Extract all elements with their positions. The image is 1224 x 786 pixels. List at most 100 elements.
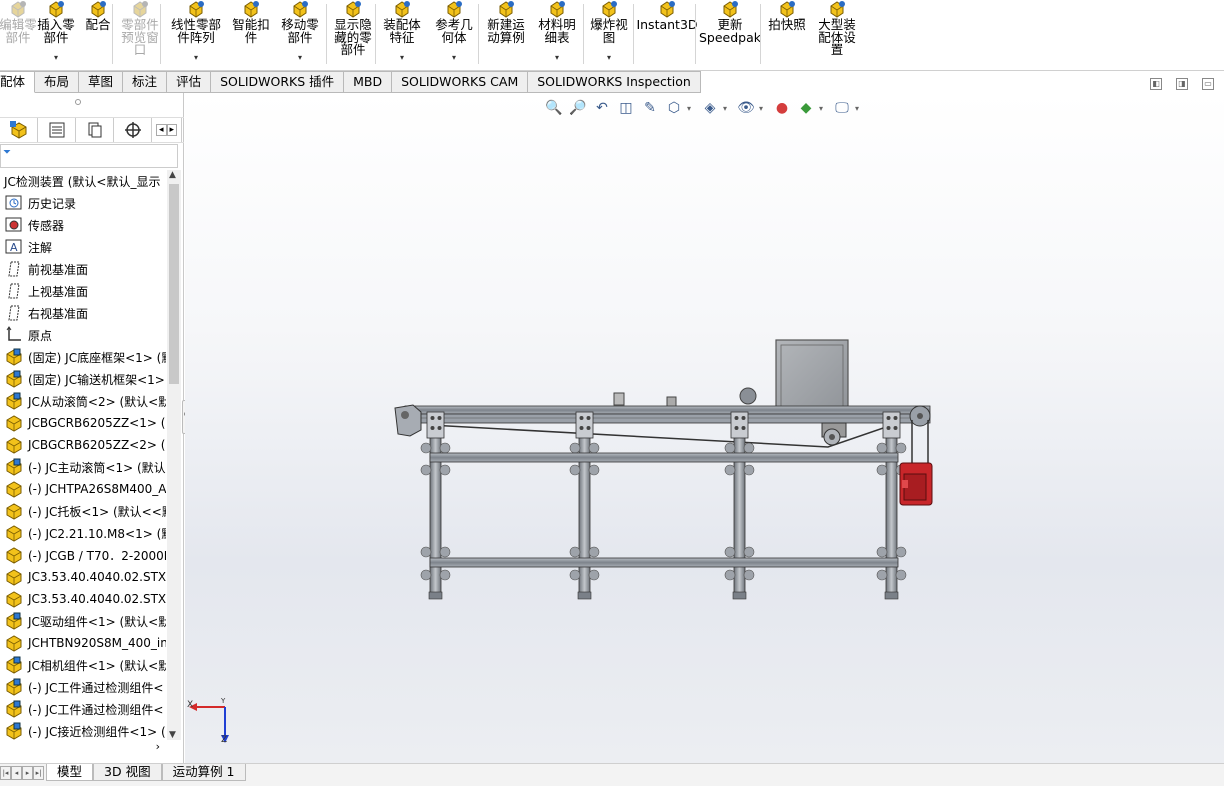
propertymanager-tab[interactable] (38, 118, 76, 142)
bill-of-materials-button[interactable]: 材料明 细表 ▾ (535, 0, 579, 66)
tree-item[interactable]: JC3.53.40.4040.02.STX< (0, 566, 166, 588)
driven-roller[interactable] (394, 404, 422, 437)
command-tab[interactable]: SOLIDWORKS 插件 (211, 71, 345, 93)
command-tab[interactable]: 配体 (0, 71, 36, 93)
sensor-block-1[interactable] (613, 392, 625, 406)
view-orientation-icon[interactable]: ⬡ (663, 98, 685, 118)
first-tab-icon[interactable]: |◂ (0, 766, 11, 780)
tree-root[interactable]: JC检测装置 (默认<默认_显示 (0, 170, 166, 192)
tree-item[interactable]: (固定) JC底座框架<1> (默 (0, 346, 166, 368)
drive-motor[interactable] (899, 420, 933, 506)
bottom-tab[interactable]: 模型 (46, 764, 94, 781)
large-assembly-settings-button[interactable]: 大型装 配体设 置 (815, 0, 859, 66)
frame-beams[interactable] (429, 452, 899, 568)
exploded-view-dropdown-icon[interactable]: ▾ (607, 53, 611, 62)
scroll-down-icon[interactable]: ▼ (169, 730, 176, 740)
next-tab-icon[interactable]: ▸ (22, 766, 33, 780)
linear-component-pattern-button[interactable]: 线性零部 件阵列 ▾ (166, 0, 226, 66)
bill-of-materials-dropdown-icon[interactable]: ▾ (555, 53, 559, 62)
tree-item[interactable]: JCBGCRB6205ZZ<1> (B (0, 412, 166, 434)
previous-view-icon[interactable]: ↶ (591, 98, 613, 118)
assembly-features-button[interactable]: 装配体 特征 ▾ (380, 0, 424, 66)
tree-item[interactable]: (-) JC工件通过检测组件< (0, 698, 166, 720)
display-style-icon[interactable]: ◈ (699, 98, 721, 118)
featuremanager-tab[interactable] (0, 118, 38, 142)
dimxpertmanager-tab[interactable] (114, 118, 152, 142)
reference-geometry-dropdown-icon[interactable]: ▾ (452, 53, 456, 62)
command-tab[interactable]: 评估 (167, 71, 212, 93)
tree-item[interactable]: (-) JC托板<1> (默认<<默 (0, 500, 166, 522)
conveyor-model[interactable] (185, 93, 1224, 763)
reference-geometry-button[interactable]: 参考几 何体 ▾ (432, 0, 476, 66)
update-speedpak-button[interactable]: 更新 Speedpak (699, 0, 761, 66)
conveyor-rail[interactable] (404, 405, 931, 424)
panel-grip-icon[interactable] (75, 99, 81, 105)
tile-left-icon[interactable]: ◧ (1150, 78, 1162, 90)
tree-horizontal-scrollbar[interactable]: › (0, 740, 166, 755)
bottom-tab[interactable]: 3D 视图 (93, 764, 162, 781)
insert-components-button[interactable]: 插入零 部件 ▾ (34, 0, 78, 66)
scrollbar-thumb[interactable] (169, 184, 179, 384)
tree-item[interactable]: JC相机组件<1> (默认<默 (0, 654, 166, 676)
apply-scene-icon[interactable]: ◆ (795, 98, 817, 118)
exploded-view-button[interactable]: 爆炸视 图 ▾ (587, 0, 631, 66)
zoom-to-fit-icon[interactable]: 🔍 (543, 98, 565, 118)
show-hidden-components-button[interactable]: 显示隐 藏的零 部件 (330, 0, 376, 66)
new-motion-study-button[interactable]: 新建运 动算例 (483, 0, 529, 66)
command-tab[interactable]: 草图 (79, 71, 124, 93)
section-view-icon[interactable]: ◫ (615, 98, 637, 118)
tree-item[interactable]: JCBGCRB6205ZZ<2> (B (0, 434, 166, 456)
tree-item[interactable]: (-) JCGB / T70．2-2000P (0, 544, 166, 566)
command-tab[interactable]: MBD (344, 71, 393, 93)
tree-item[interactable]: JC3.53.40.4040.02.STX< (0, 588, 166, 610)
move-component-button[interactable]: 移动零 部件 ▾ (278, 0, 322, 66)
hide-show-dropdown-icon[interactable]: ▾ (759, 104, 769, 113)
instant3d-button[interactable]: Instant3D (636, 0, 698, 66)
tree-item[interactable]: 右视基准面 (0, 302, 166, 324)
tree-item[interactable]: (固定) JC输送机框架<1> ( (0, 368, 166, 390)
proximity-sensor[interactable] (739, 387, 757, 405)
tree-item[interactable]: 前视基准面 (0, 258, 166, 280)
scroll-right-icon[interactable]: › (156, 740, 160, 753)
configurationmanager-tab[interactable] (76, 118, 114, 142)
drive-roller[interactable] (909, 405, 931, 427)
tree-item[interactable]: (-) JC主动滚筒<1> (默认 (0, 456, 166, 478)
component-preview-window-button[interactable]: 零部件 预览窗 口 (118, 0, 162, 66)
move-component-dropdown-icon[interactable]: ▾ (298, 53, 302, 62)
tree-item[interactable]: JC从动滚筒<2> (默认<默 (0, 390, 166, 412)
hide-show-items-icon[interactable]: 👁 (735, 98, 757, 118)
display-style-dropdown-icon[interactable]: ▾ (723, 104, 733, 113)
scroll-up-icon[interactable]: ▲ (169, 170, 176, 180)
assembly-features-dropdown-icon[interactable]: ▾ (400, 53, 404, 62)
command-tab[interactable]: SOLIDWORKS Inspection (528, 71, 701, 93)
command-tab[interactable]: 布局 (35, 71, 80, 93)
view-settings-dropdown-icon[interactable]: ▾ (855, 104, 865, 113)
command-tab[interactable]: 标注 (123, 71, 168, 93)
tree-item[interactable]: (-) JC工件通过检测组件< (0, 676, 166, 698)
minimize-icon[interactable]: ▭ (1202, 78, 1214, 90)
tree-item[interactable]: (-) JC2.21.10.M8<1> (默 (0, 522, 166, 544)
tree-item[interactable]: A 注解 (0, 236, 166, 258)
take-snapshot-button[interactable]: 拍快照 (765, 0, 809, 66)
tree-item[interactable]: JCHTBN920S8M_400_int (0, 632, 166, 654)
edit-appearance-icon[interactable]: ● (771, 98, 793, 118)
tree-filter[interactable]: ⏷ (0, 144, 178, 168)
tree-item[interactable]: 历史记录 (0, 192, 166, 214)
command-tab[interactable]: SOLIDWORKS CAM (392, 71, 529, 93)
tree-scrollbar[interactable]: ▲ ▼ (167, 170, 181, 740)
insert-components-dropdown-icon[interactable]: ▾ (54, 53, 58, 62)
prev-tab-icon[interactable]: ◂ (11, 766, 22, 780)
edit-component-button[interactable]: 编辑零 部件 (0, 0, 38, 66)
tree-item[interactable]: JC驱动组件<1> (默认<默 (0, 610, 166, 632)
zoom-to-area-icon[interactable]: 🔎 (567, 98, 589, 118)
tree-item[interactable]: 传感器 (0, 214, 166, 236)
apply-scene-dropdown-icon[interactable]: ▾ (819, 104, 829, 113)
dynamic-annotation-icon[interactable]: ✎ (639, 98, 661, 118)
tree-item[interactable]: (-) JCHTPA26S8M400_A_ (0, 478, 166, 500)
view-orientation-dropdown-icon[interactable]: ▾ (687, 104, 697, 113)
tree-item[interactable]: (-) JC接近检测组件<1> ( (0, 720, 166, 740)
graphics-area[interactable]: X Y Z (185, 93, 1224, 763)
smart-fasteners-button[interactable]: 智能扣 件 (230, 0, 272, 66)
bottom-tab[interactable]: 运动算例 1 (161, 764, 246, 781)
tree-item[interactable]: 上视基准面 (0, 280, 166, 302)
